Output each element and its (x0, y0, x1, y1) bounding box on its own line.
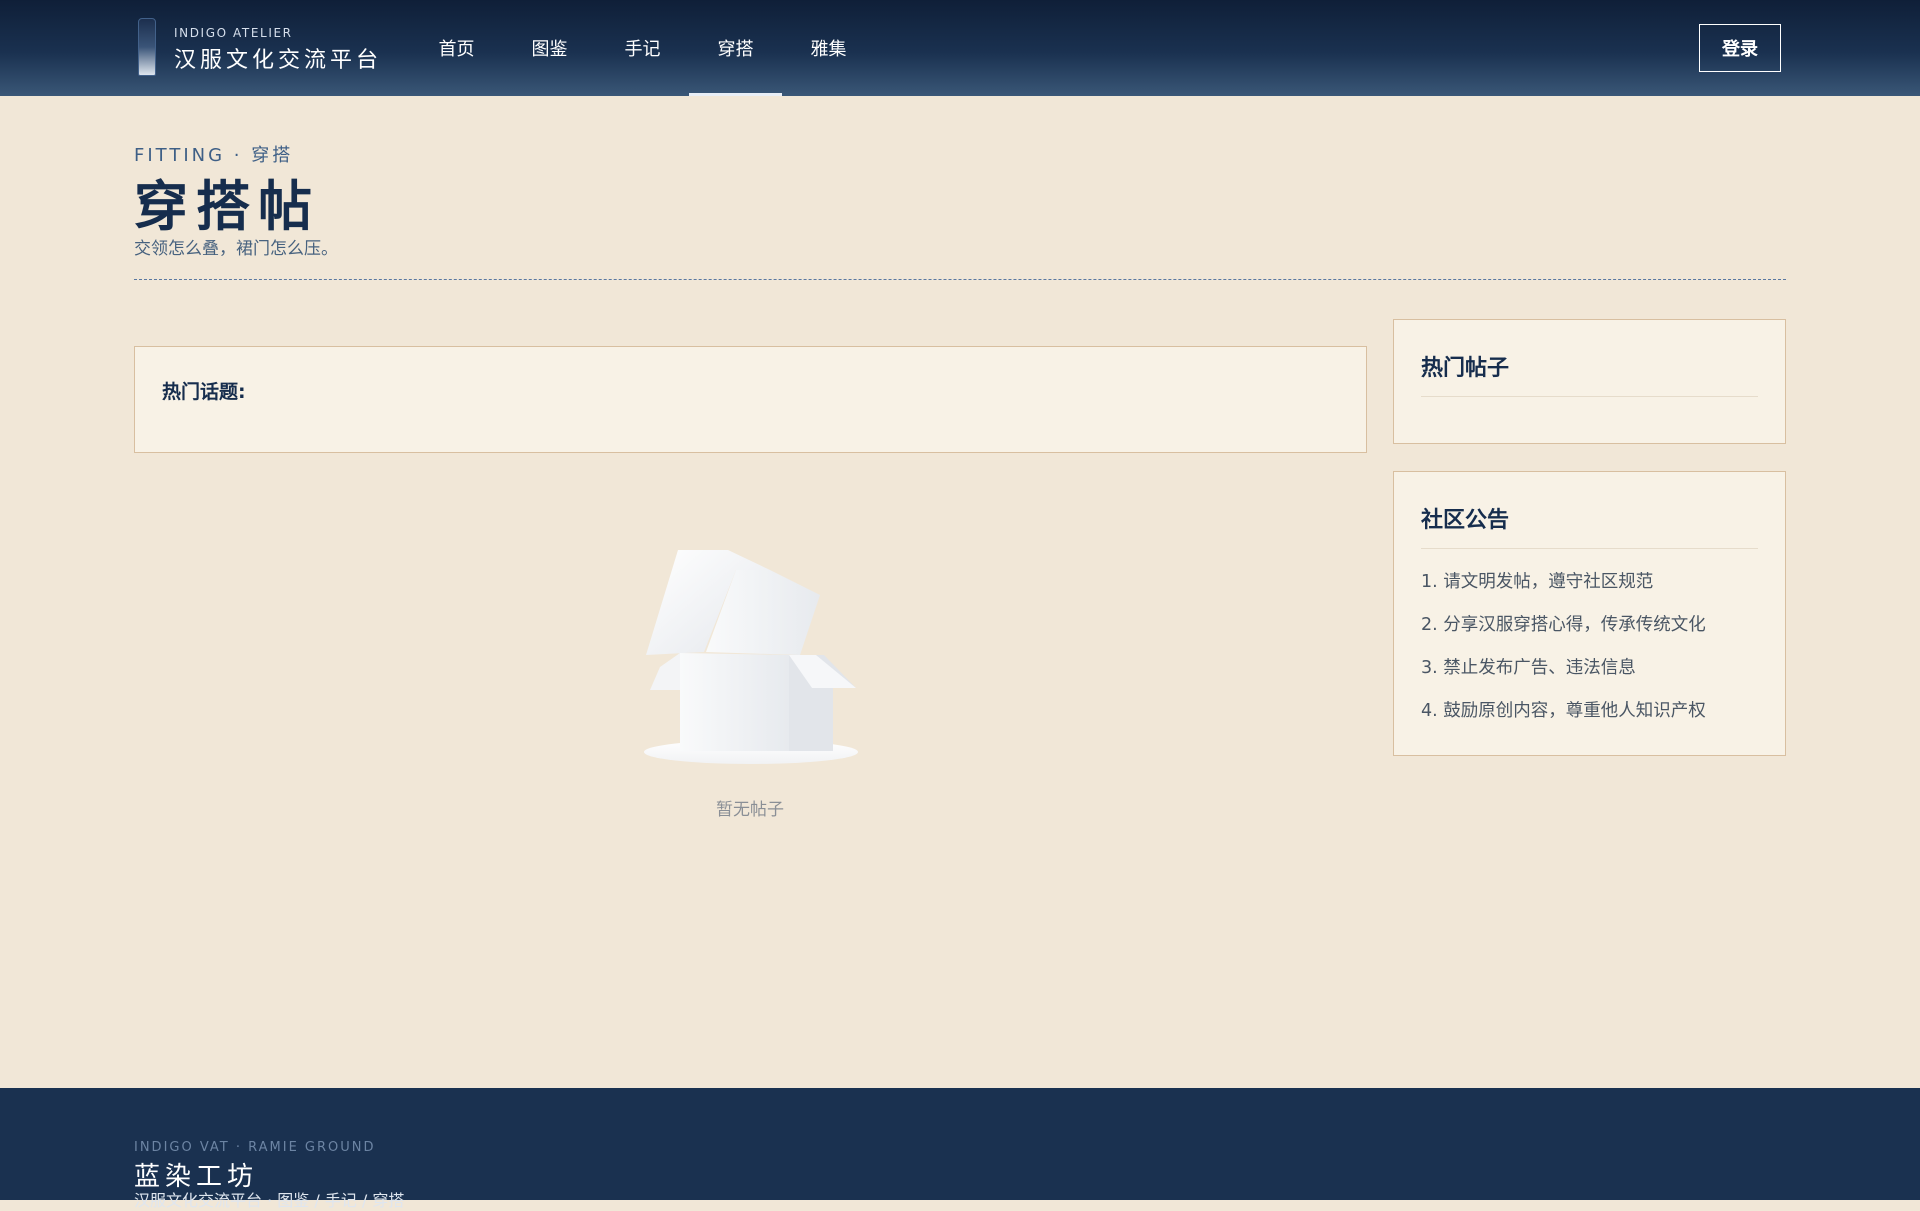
site-footer: INDIGO VAT · RAMIE GROUND 蓝染工坊 汉服文化交流平台 … (0, 1088, 1920, 1210)
footer-links[interactable]: 汉服文化交流平台 · 图鉴 / 手记 / 穿搭 (134, 1187, 404, 1211)
empty-box-icon (640, 545, 860, 770)
nav-item-catalog[interactable]: 图鉴 (503, 0, 596, 96)
card-divider (1421, 396, 1758, 397)
nav-item-fitting[interactable]: 穿搭 (689, 0, 782, 96)
top-navigation-bar: INDIGO ATELIER 汉服文化交流平台 首页 图鉴 手记 穿搭 雅集 登… (0, 0, 1920, 96)
community-notice-title: 社区公告 (1421, 508, 1510, 533)
nav-item-notes[interactable]: 手记 (596, 0, 689, 96)
notice-list: 1. 请文明发帖，遵守社区规范 2. 分享汉服穿搭心得，传承传统文化 3. 禁止… (1421, 570, 1706, 742)
main-nav: 首页 图鉴 手记 穿搭 雅集 (410, 0, 875, 96)
notice-item: 3. 禁止发布广告、违法信息 (1421, 658, 1636, 678)
logo-mark-icon (138, 18, 156, 76)
page-subtitle: 交领怎么叠，裙门怎么压。 (134, 239, 338, 259)
site-logo[interactable]: INDIGO ATELIER 汉服文化交流平台 (138, 18, 398, 78)
notice-item: 2. 分享汉服穿搭心得，传承传统文化 (1421, 615, 1706, 635)
nav-item-home[interactable]: 首页 (410, 0, 503, 96)
hot-topics-label: 热门话题: (162, 381, 246, 403)
hot-posts-title: 热门帖子 (1421, 356, 1510, 381)
logo-english-name: INDIGO ATELIER (174, 26, 293, 40)
nav-item-gathering[interactable]: 雅集 (782, 0, 875, 96)
hot-topics-panel: 热门话题: (134, 346, 1367, 453)
login-button[interactable]: 登录 (1699, 24, 1781, 72)
community-notice-card: 社区公告 1. 请文明发帖，遵守社区规范 2. 分享汉服穿搭心得，传承传统文化 … (1393, 471, 1786, 756)
notice-item: 4. 鼓励原创内容，尊重他人知识产权 (1421, 701, 1706, 721)
empty-state-text: 暂无帖子 (716, 800, 784, 820)
notice-item: 1. 请文明发帖，遵守社区规范 (1421, 572, 1654, 592)
logo-chinese-name: 汉服文化交流平台 (174, 48, 383, 73)
dashed-divider (134, 279, 1786, 280)
card-divider (1421, 548, 1758, 549)
hot-posts-card: 热门帖子 (1393, 319, 1786, 444)
footer-english-tagline: INDIGO VAT · RAMIE GROUND (134, 1140, 376, 1155)
page-title: 穿搭帖 (134, 174, 320, 238)
